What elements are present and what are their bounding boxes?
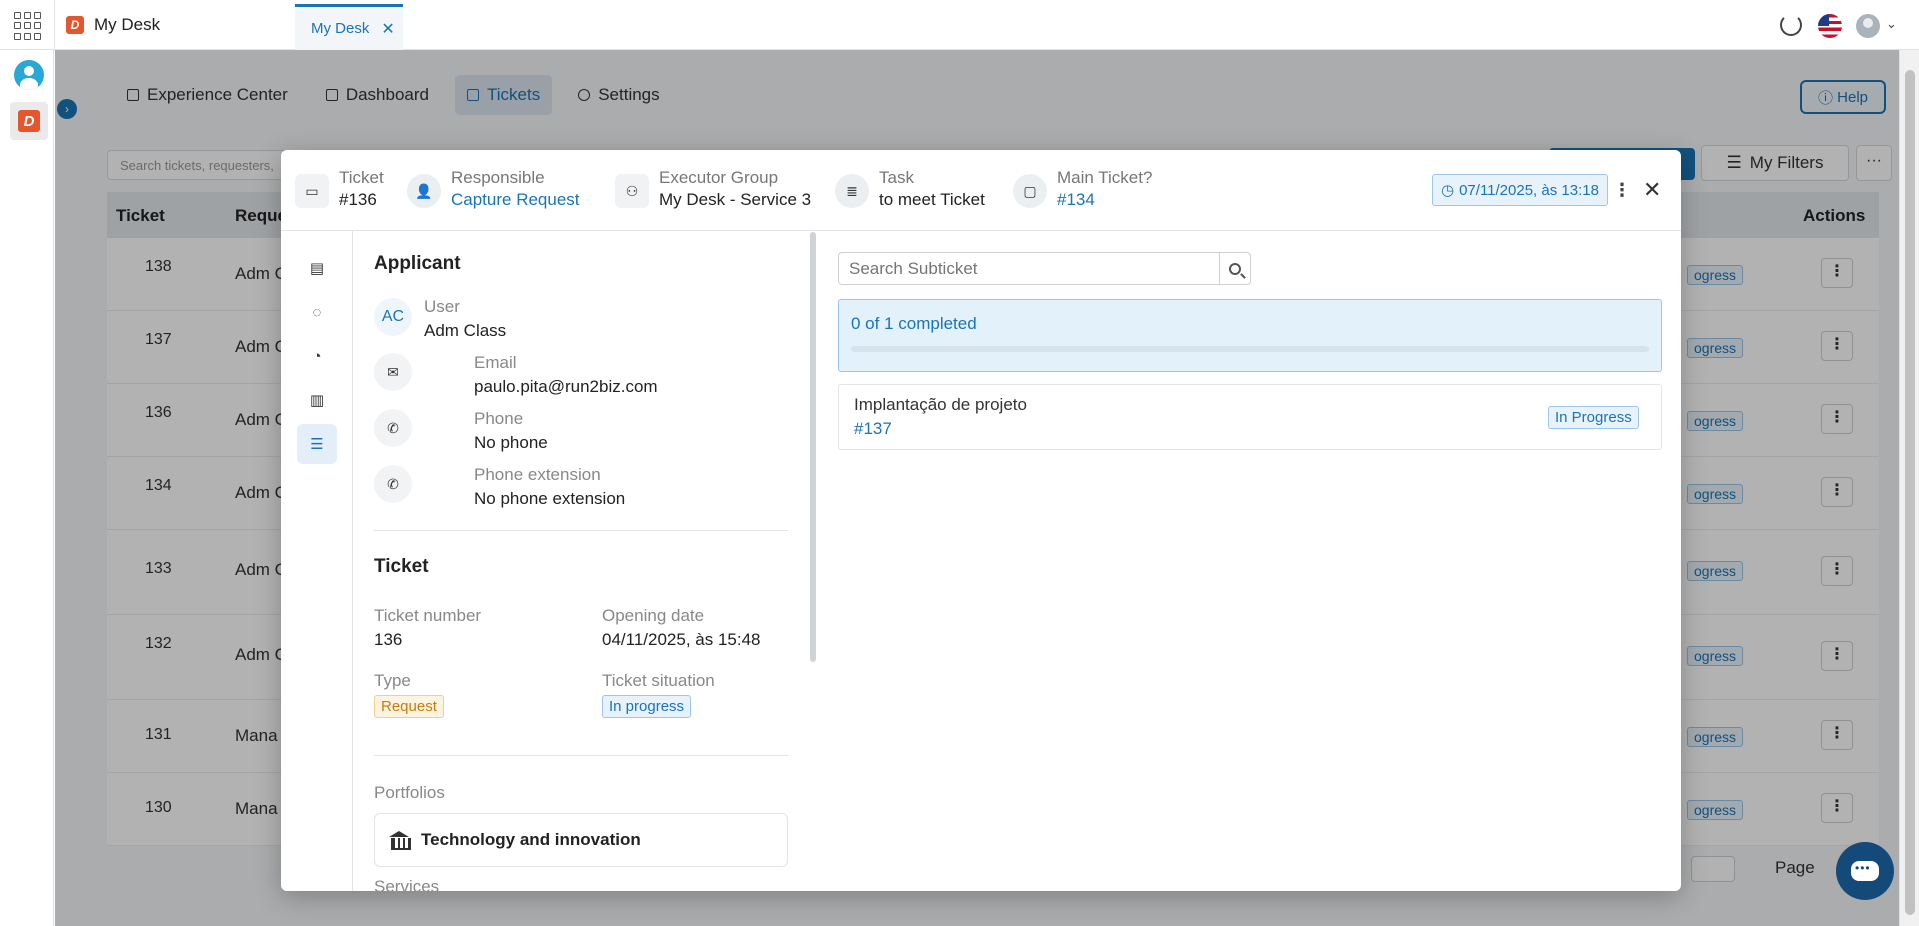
- modal-side-icon-bar: ▤ ◌ ◔ ▥ ☰: [281, 231, 353, 891]
- app-title-area: D My Desk: [66, 15, 160, 35]
- brand-logo-icon: D: [18, 110, 40, 132]
- ticket-number-label: Ticket number: [374, 606, 482, 625]
- phone-icon: ✆: [374, 409, 412, 447]
- side-approval-icon[interactable]: ▥: [297, 380, 337, 420]
- brand-logo-icon: D: [66, 16, 84, 34]
- us-flag-icon[interactable]: [1818, 14, 1842, 38]
- modal-close-icon[interactable]: ✕: [1643, 177, 1661, 203]
- app-launcher-icon[interactable]: [14, 12, 42, 40]
- subticket-item[interactable]: Implantação de projeto #137 In Progress: [838, 384, 1662, 450]
- phone-label: Phone: [474, 409, 524, 428]
- subticket-status-badge: In Progress: [1548, 406, 1639, 429]
- mail-icon: ✉: [374, 353, 412, 391]
- applicant-title: Applicant: [374, 253, 461, 274]
- type-tag: Request: [374, 695, 444, 718]
- portfolios-label: Portfolios: [374, 783, 445, 802]
- phone-extension-label: Phone extension: [474, 465, 601, 484]
- top-bar-divider: [54, 0, 55, 50]
- header-main-ticket-link[interactable]: #134: [1057, 188, 1152, 212]
- phone-extension-icon: ✆: [374, 465, 412, 503]
- sla-date-badge: ◷ 07/11/2025, às 13:18: [1432, 174, 1608, 206]
- header-task: ≣ Task to meet Ticket: [835, 168, 985, 212]
- chat-icon: [1851, 861, 1879, 881]
- info-panel-scrollbar[interactable]: [810, 232, 816, 662]
- rail-app-mydesk[interactable]: D: [10, 102, 48, 140]
- task-list-icon: ≣: [835, 174, 869, 208]
- left-rail: D: [0, 50, 54, 926]
- phone-value: No phone: [474, 433, 548, 452]
- header-executor-group-label: Executor Group: [659, 168, 779, 187]
- ticket-situation-label: Ticket situation: [602, 671, 715, 690]
- ticket-detail-modal: ▭ Ticket #136 👤 Responsible Capture Requ…: [281, 150, 1681, 891]
- side-subtickets-icon[interactable]: ☰: [297, 424, 337, 464]
- services-label: Services: [374, 877, 440, 891]
- top-app-bar: D My Desk My Desk ✕ ⌄: [0, 0, 1919, 50]
- section-divider: [374, 755, 788, 756]
- app-title: My Desk: [94, 15, 161, 34]
- header-main-ticket: ▢ Main Ticket? #134: [1013, 168, 1152, 212]
- tab-label: My Desk: [311, 20, 370, 37]
- email-value: paulo.pita@run2biz.com: [474, 377, 658, 396]
- phone-extension-value: No phone extension: [474, 489, 626, 508]
- modal-menu-icon[interactable]: ⋮: [1613, 180, 1631, 201]
- side-history-icon[interactable]: ◔: [297, 336, 337, 376]
- ticket-section-title: Ticket: [374, 556, 429, 577]
- sla-date-text: 07/11/2025, às 13:18: [1459, 181, 1599, 199]
- tab-close-icon[interactable]: ✕: [381, 19, 394, 39]
- header-responsible-link[interactable]: Capture Request: [451, 188, 580, 212]
- section-divider: [374, 530, 788, 531]
- search-icon: [1229, 262, 1241, 275]
- header-task-label: Task: [879, 168, 914, 187]
- page-scrollbar[interactable]: [1899, 50, 1919, 926]
- subticket-id-link[interactable]: #137: [854, 419, 892, 439]
- subticket-search-button[interactable]: [1219, 252, 1251, 285]
- opening-date-value: 04/11/2025, às 15:48: [602, 630, 761, 649]
- progress-text: 0 of 1 completed: [851, 314, 977, 333]
- header-executor-group: ⚇ Executor Group My Desk - Service 3: [615, 168, 811, 212]
- user-avatar[interactable]: [1856, 14, 1880, 38]
- header-ticket: ▭ Ticket #136: [295, 168, 384, 212]
- type-label: Type: [374, 671, 411, 690]
- applicant-avatar: AC: [374, 298, 412, 336]
- user-value: Adm Class: [424, 321, 507, 340]
- group-icon: ⚇: [615, 174, 649, 208]
- subtickets-panel: 0 of 1 completed Implantação de projeto …: [818, 231, 1681, 891]
- ticket-number-value: 136: [374, 630, 403, 649]
- portfolio-name: Technology and innovation: [421, 830, 641, 849]
- chat-button[interactable]: [1836, 842, 1894, 900]
- refresh-icon[interactable]: [1780, 14, 1802, 36]
- scrollbar-thumb[interactable]: [1905, 70, 1915, 915]
- subticket-progress-card: 0 of 1 completed: [838, 299, 1662, 372]
- header-task-value: to meet Ticket: [879, 190, 985, 209]
- email-label: Email: [474, 353, 517, 372]
- briefcase-icon: ▢: [1013, 174, 1047, 208]
- person-icon: 👤: [407, 174, 441, 208]
- side-chat-icon[interactable]: ◌: [297, 292, 337, 332]
- profile-icon[interactable]: [14, 60, 44, 90]
- ticket-info-panel: Applicant AC User Adm Class ✉ Email paul…: [354, 231, 802, 891]
- opening-date-label: Opening date: [602, 606, 705, 625]
- subticket-search-input[interactable]: [838, 252, 1220, 285]
- user-label: User: [424, 297, 460, 316]
- header-main-ticket-label: Main Ticket?: [1057, 168, 1153, 187]
- header-executor-group-value: My Desk - Service 3: [659, 190, 812, 209]
- ticket-situation-tag: In progress: [602, 695, 692, 718]
- header-ticket-label: Ticket: [339, 168, 384, 187]
- header-responsible: 👤 Responsible Capture Request: [407, 168, 580, 212]
- chevron-down-icon[interactable]: ⌄: [1886, 16, 1897, 32]
- portfolio-card: Technology and innovation: [374, 813, 788, 867]
- clock-icon: ◷: [1441, 182, 1455, 199]
- header-responsible-label: Responsible: [451, 168, 545, 187]
- ticket-icon: ▭: [295, 174, 329, 208]
- subticket-name: Implantação de projeto: [854, 395, 1027, 414]
- header-ticket-value: #136: [339, 190, 377, 209]
- modal-header: ▭ Ticket #136 👤 Responsible Capture Requ…: [281, 150, 1681, 231]
- building-icon: [389, 831, 411, 850]
- tab-my-desk[interactable]: My Desk ✕: [295, 4, 403, 50]
- side-details-icon[interactable]: ▤: [297, 248, 337, 288]
- progress-bar: [851, 346, 1649, 352]
